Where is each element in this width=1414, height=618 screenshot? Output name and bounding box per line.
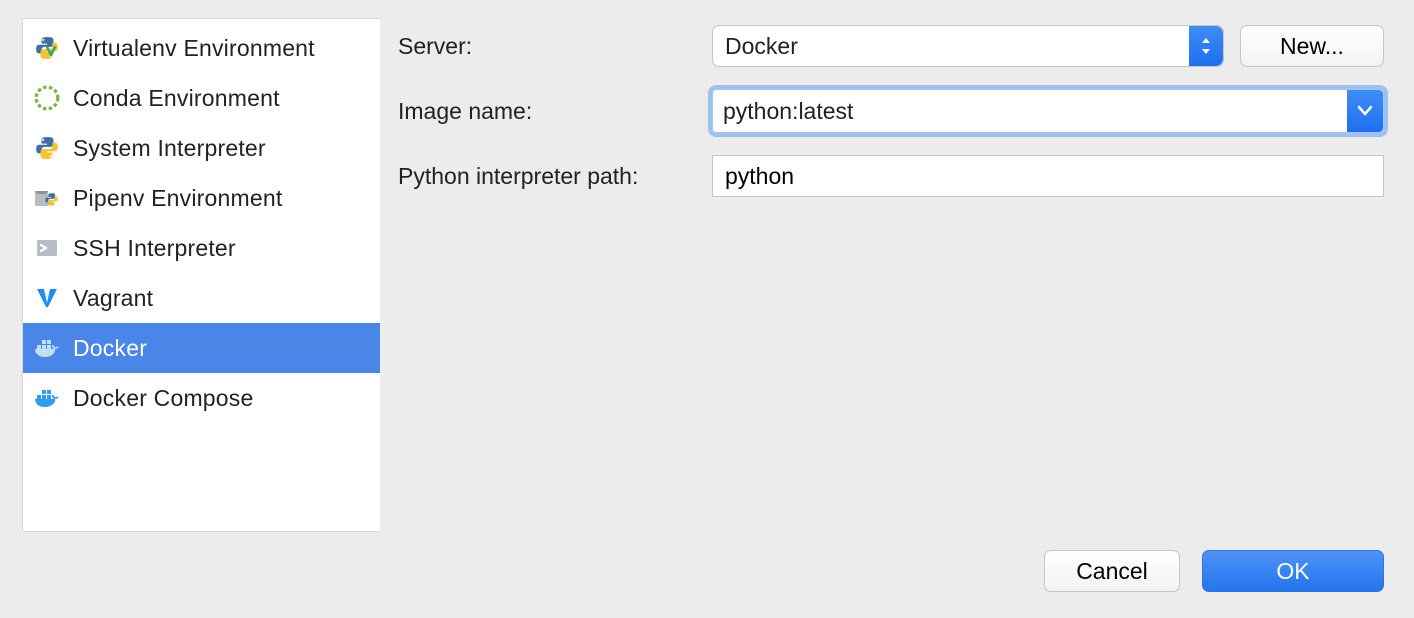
image-name-combobox[interactable]: python:latest (712, 89, 1384, 133)
interpreter-path-input[interactable] (712, 155, 1384, 197)
server-label: Server: (398, 33, 696, 60)
sidebar-item-label: System Interpreter (73, 135, 266, 162)
sidebar-item-label: Docker Compose (73, 385, 253, 412)
conda-icon (33, 84, 61, 112)
sidebar-item-pipenv[interactable]: Pipenv Environment (23, 173, 380, 223)
sidebar-item-system[interactable]: System Interpreter (23, 123, 380, 173)
vagrant-icon (33, 284, 61, 312)
sidebar-item-virtualenv[interactable]: Virtualenv Environment (23, 23, 380, 73)
cancel-button[interactable]: Cancel (1044, 550, 1180, 592)
sidebar-item-docker[interactable]: Docker (23, 323, 380, 373)
pipenv-icon (33, 184, 61, 212)
sidebar-item-vagrant[interactable]: Vagrant (23, 273, 380, 323)
new-server-button[interactable]: New... (1240, 25, 1384, 67)
sidebar-item-label: SSH Interpreter (73, 235, 236, 262)
python-venv-icon (33, 34, 61, 62)
sidebar-item-docker-compose[interactable]: Docker Compose (23, 373, 380, 423)
interpreter-type-list: Virtualenv Environment Conda Environment… (22, 18, 380, 532)
interpreter-path-label: Python interpreter path: (398, 163, 696, 190)
image-name-label: Image name: (398, 98, 696, 125)
docker-config-form: Server: Docker New... Image name: python… (380, 18, 1398, 532)
sidebar-item-ssh[interactable]: SSH Interpreter (23, 223, 380, 273)
sidebar-item-conda[interactable]: Conda Environment (23, 73, 380, 123)
docker-icon (33, 334, 61, 362)
docker-compose-icon (33, 384, 61, 412)
sidebar-item-label: Conda Environment (73, 85, 280, 112)
sidebar-item-label: Vagrant (73, 285, 153, 312)
server-value: Docker (725, 33, 798, 60)
sidebar-item-label: Pipenv Environment (73, 185, 282, 212)
updown-icon (1189, 26, 1223, 66)
server-select[interactable]: Docker (712, 25, 1224, 67)
sidebar-item-label: Virtualenv Environment (73, 35, 315, 62)
python-icon (33, 134, 61, 162)
image-name-value: python:latest (723, 98, 853, 125)
dialog-footer: Cancel OK (1044, 550, 1384, 592)
ok-button[interactable]: OK (1202, 550, 1384, 592)
sidebar-item-label: Docker (73, 335, 147, 362)
ssh-icon (33, 234, 61, 262)
chevron-down-icon (1347, 90, 1383, 132)
